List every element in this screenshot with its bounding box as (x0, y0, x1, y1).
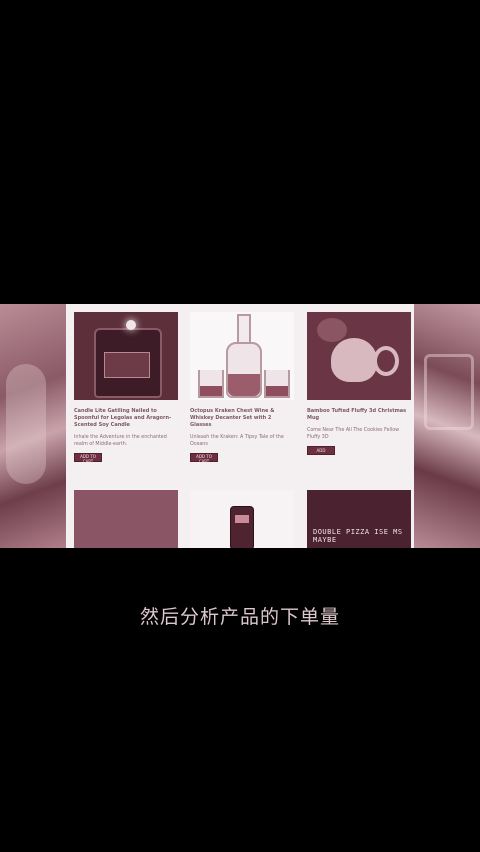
product-image-decanter[interactable] (190, 312, 294, 400)
sparkle-icon (126, 320, 136, 330)
video-subtitle: 然后分析产品的下单量 (139, 606, 340, 628)
product-title[interactable]: Bamboo Tufted Fluffy 3d Christmas Mug (307, 408, 411, 422)
drink-can (230, 506, 254, 548)
product-description: Inhale the Adventure in the enchanted re… (74, 435, 167, 447)
candle-label (104, 352, 150, 378)
product-card[interactable]: Bamboo Tufted Fluffy 3d Christmas Mug Co… (307, 312, 411, 455)
mug-body (331, 338, 377, 382)
add-to-cart-button[interactable]: ADD TO CART (190, 453, 218, 464)
product-image-row2[interactable] (74, 490, 178, 548)
whiskey-glass (264, 370, 290, 398)
product-image-row2[interactable] (190, 490, 294, 548)
product-description: Unleash the Kraken: A Tipsy Tale of the … (190, 435, 284, 447)
product-image-candle[interactable] (74, 312, 178, 400)
mug-shadow (317, 318, 347, 342)
product-card[interactable]: Octopus Kraken Chest Wine & Whiskey Deca… (190, 312, 294, 464)
product-description: Come Near The All The Cookies Fellow Flu… (307, 428, 400, 440)
video-frame: Candle Lite Gatiling Nailed to Spoonful … (0, 304, 480, 548)
add-to-cart-button[interactable]: ADD (307, 446, 335, 455)
product-image-mug[interactable] (307, 312, 411, 400)
product-sign-text: DOUBLE PIZZA ISE MS MAYBE (313, 528, 403, 544)
mug-handle (373, 346, 399, 376)
decanter-liquid (228, 374, 260, 396)
add-to-cart-button[interactable]: ADD TO CART (74, 453, 102, 464)
product-image-row2[interactable]: DOUBLE PIZZA ISE MS MAYBE (307, 490, 411, 548)
product-title[interactable]: Octopus Kraken Chest Wine & Whiskey Deca… (190, 408, 294, 429)
product-title[interactable]: Candle Lite Gatiling Nailed to Spoonful … (74, 408, 178, 429)
product-card[interactable]: Candle Lite Gatiling Nailed to Spoonful … (74, 312, 178, 464)
whiskey-glass (198, 370, 224, 398)
blurred-background-right (414, 304, 480, 548)
blurred-background-left (0, 304, 66, 548)
shop-product-grid: Candle Lite Gatiling Nailed to Spoonful … (66, 304, 414, 548)
